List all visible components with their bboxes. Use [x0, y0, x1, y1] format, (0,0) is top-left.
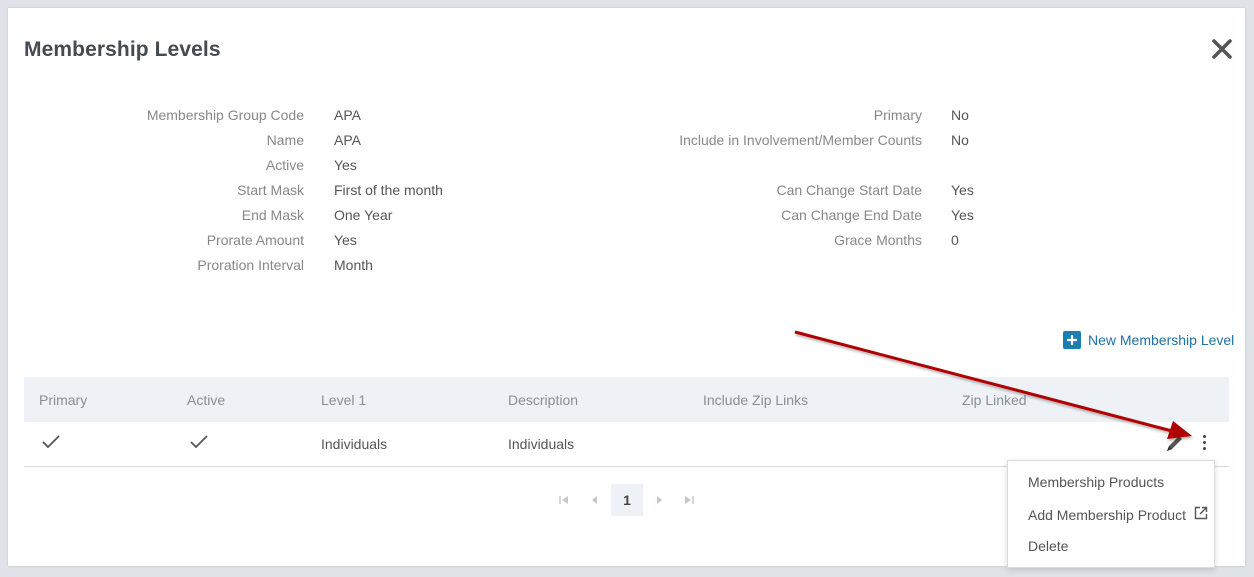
- kebab-menu-icon[interactable]: [1199, 432, 1209, 454]
- cell-level1: Individuals: [321, 436, 388, 452]
- detail-value: Yes: [951, 207, 974, 223]
- column-header-zip-linked[interactable]: Zip Linked: [962, 392, 1027, 408]
- menu-item-delete[interactable]: Delete: [1028, 538, 1068, 554]
- detail-label: Primary: [873, 107, 922, 123]
- detail-label: Can Change End Date: [781, 207, 922, 223]
- details-right: Primary No Include in Involvement/Member …: [508, 107, 974, 257]
- pencil-icon[interactable]: [1164, 432, 1186, 459]
- detail-row: End Mask One Year: [8, 207, 443, 232]
- detail-label: [508, 157, 922, 182]
- close-icon[interactable]: [1210, 37, 1234, 61]
- external-link-icon: [1194, 506, 1208, 523]
- last-page-icon[interactable]: [673, 484, 705, 516]
- detail-label: Proration Interval: [197, 257, 304, 273]
- menu-item-label: Membership Products: [1028, 474, 1165, 490]
- detail-value: 0: [951, 232, 959, 248]
- row-context-menu: Membership Products Add Membership Produ…: [1007, 460, 1215, 568]
- detail-label: Active: [265, 157, 304, 173]
- detail-row: Primary No: [508, 107, 974, 132]
- detail-label: End Mask: [241, 207, 304, 223]
- table-header: Primary Active Level 1 Description Inclu…: [24, 377, 1229, 422]
- detail-row: Start Mask First of the month: [8, 182, 443, 207]
- column-header-level1[interactable]: Level 1: [321, 392, 366, 408]
- check-icon: [41, 434, 61, 455]
- detail-value: Yes: [334, 232, 357, 248]
- detail-value: Month: [334, 257, 373, 273]
- detail-row: Prorate Amount Yes: [8, 232, 443, 257]
- detail-row: Active Yes: [8, 157, 443, 182]
- detail-value: No: [951, 132, 969, 148]
- next-page-icon[interactable]: [643, 484, 675, 516]
- detail-row: Can Change End Date Yes: [508, 207, 974, 232]
- detail-value: Yes: [951, 182, 974, 198]
- detail-label: Membership Group Code: [146, 107, 304, 123]
- page-title: Membership Levels: [24, 38, 221, 61]
- detail-label: Prorate Amount: [206, 232, 304, 248]
- detail-row: Membership Group Code APA: [8, 107, 443, 132]
- detail-row: Proration Interval Month: [8, 257, 443, 282]
- detail-value: APA: [334, 107, 361, 123]
- detail-value: One Year: [334, 207, 393, 223]
- menu-item-label: Delete: [1028, 538, 1069, 554]
- detail-value: No: [951, 107, 969, 123]
- detail-label: Can Change Start Date: [776, 182, 922, 198]
- detail-label: Start Mask: [237, 182, 304, 198]
- detail-row-empty: [508, 157, 974, 182]
- detail-value: First of the month: [334, 182, 443, 198]
- first-page-icon[interactable]: [548, 484, 580, 516]
- page-1-button[interactable]: 1: [611, 484, 643, 516]
- detail-row: Name APA: [8, 132, 443, 157]
- column-header-primary[interactable]: Primary: [39, 392, 87, 408]
- new-membership-level-button[interactable]: New Membership Level: [1063, 331, 1234, 349]
- new-level-label: New Membership Level: [1088, 332, 1235, 348]
- detail-label: Name: [266, 132, 304, 148]
- menu-item-add-membership-product[interactable]: Add Membership Product: [1028, 506, 1208, 523]
- detail-row: Can Change Start Date Yes: [508, 182, 974, 207]
- detail-value: APA: [334, 132, 361, 148]
- detail-row: Include in Involvement/Member Counts No: [508, 132, 974, 157]
- column-header-active[interactable]: Active: [187, 392, 225, 408]
- menu-item-membership-products[interactable]: Membership Products: [1028, 474, 1164, 490]
- column-header-description[interactable]: Description: [508, 392, 578, 408]
- cell-description: Individuals: [508, 436, 575, 452]
- menu-item-label: Add Membership Product: [1028, 506, 1186, 523]
- detail-row: Grace Months 0: [508, 232, 974, 257]
- check-icon: [189, 434, 209, 455]
- detail-value: Yes: [334, 157, 357, 173]
- detail-label: Grace Months: [834, 232, 922, 248]
- column-header-include-zip-links[interactable]: Include Zip Links: [703, 392, 808, 408]
- plus-square-icon: [1063, 331, 1081, 349]
- prev-page-icon[interactable]: [579, 484, 611, 516]
- details-left: Membership Group Code APA Name APA Active Y…: [8, 107, 443, 282]
- detail-label: Include in Involvement/Member Counts: [679, 132, 922, 148]
